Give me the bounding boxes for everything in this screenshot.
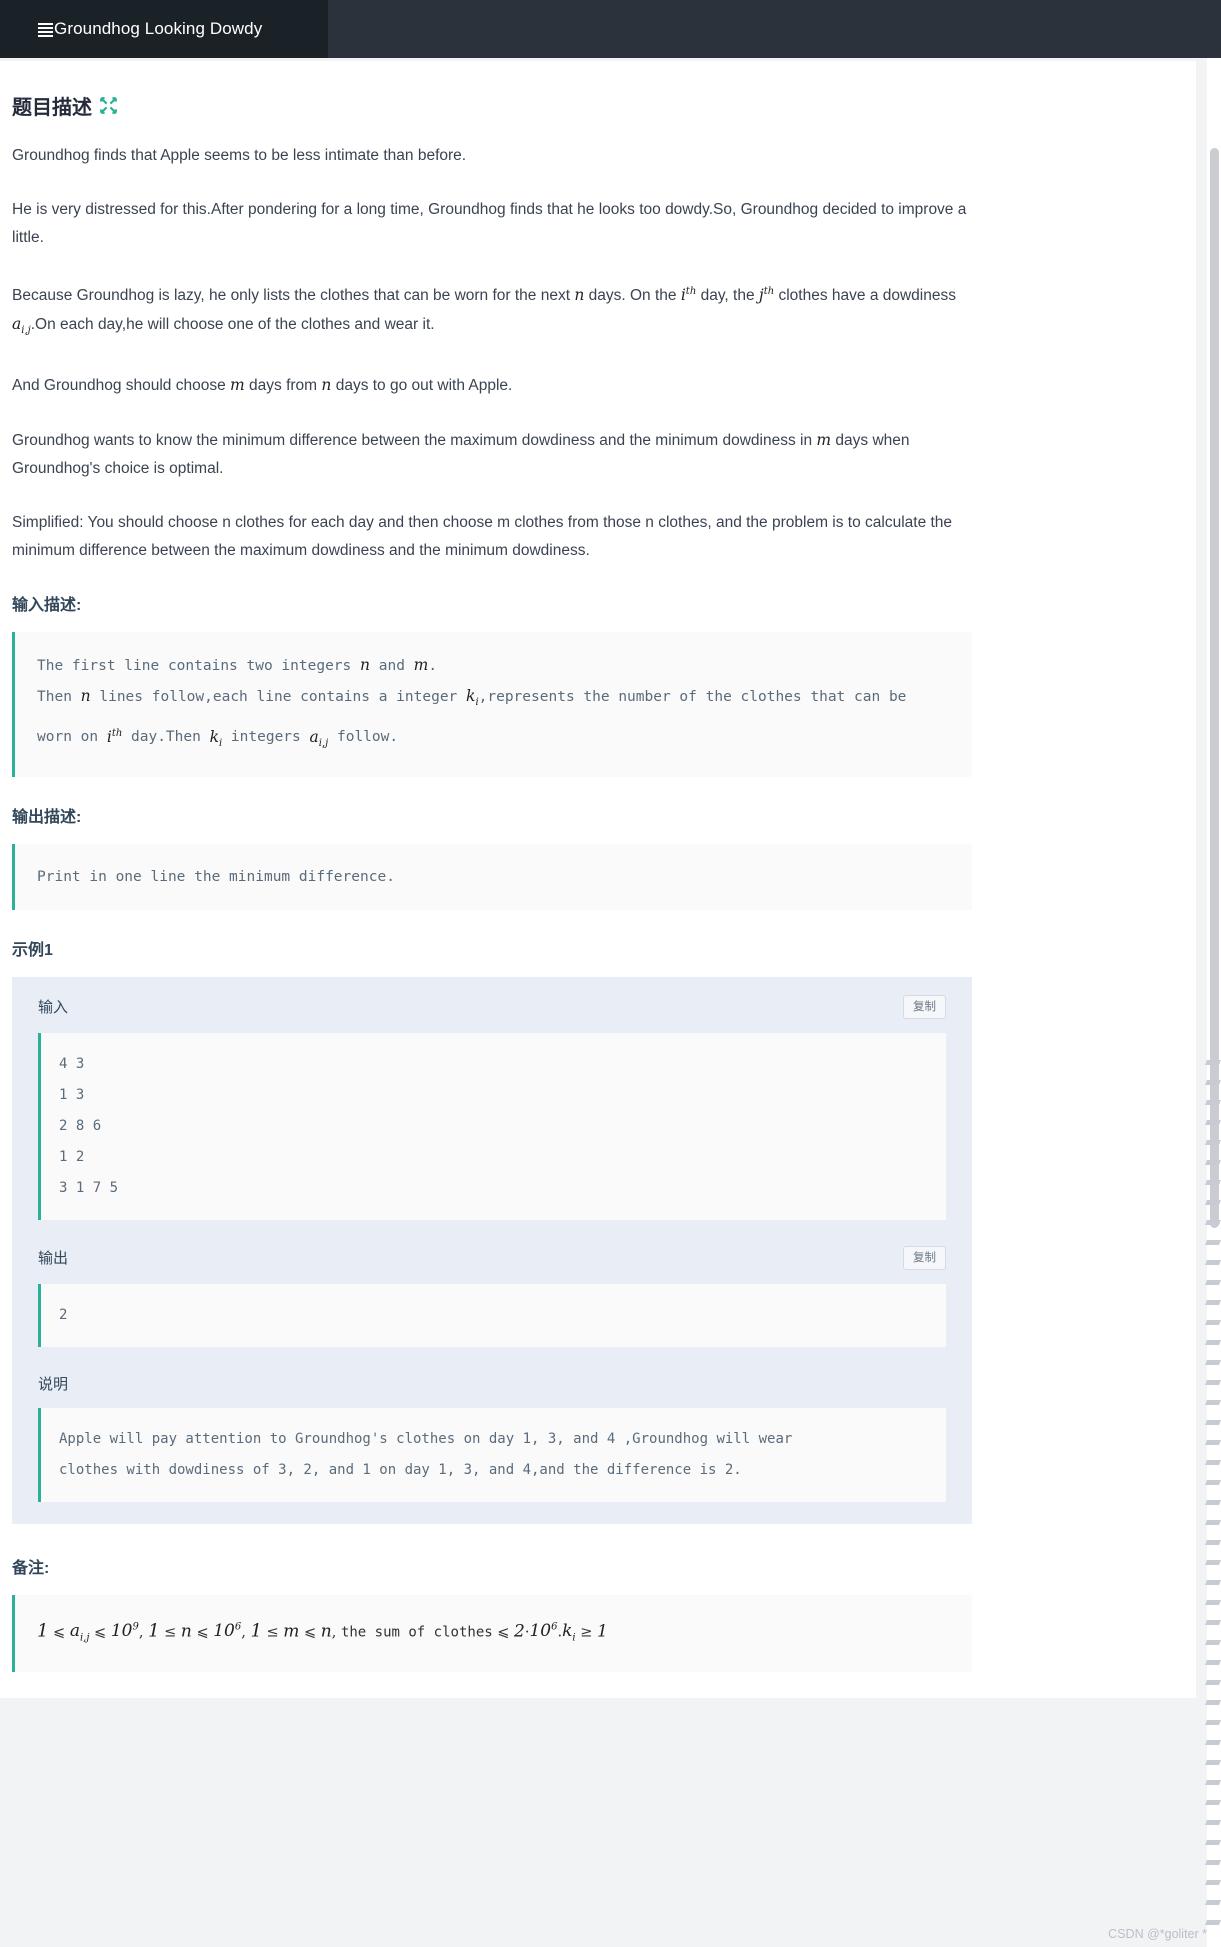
remark-block: 1 ⩽ ai,j ⩽ 109, 1 ≤ n ⩽ 106, 1 ≤ m ⩽ n, …	[12, 1594, 972, 1672]
copy-input-button[interactable]: 复制	[903, 994, 946, 1019]
example-output-value: 2	[38, 1283, 946, 1347]
input-description-block: The first line contains two integers n a…	[12, 632, 972, 777]
math-n2: n	[321, 376, 332, 395]
example-input-label: 输入	[38, 999, 69, 1017]
math-n: n	[574, 286, 585, 305]
example-output-label: 输出	[38, 1250, 69, 1268]
example-heading: 示例1	[12, 941, 53, 959]
example-input-header: 输入 复制	[12, 977, 972, 1033]
page-title: Groundhog Looking Dowdy	[54, 19, 263, 38]
copy-output-button[interactable]: 复制	[903, 1245, 946, 1270]
example-input-value: 4 3 1 3 2 8 6 1 2 3 1 7 5	[38, 1032, 946, 1220]
watermark: CSDN @*goliter *	[1108, 1927, 1207, 1941]
example-note-value: Apple will pay attention to Groundhog's …	[38, 1407, 946, 1502]
paragraph-lazy: Because Groundhog is lazy, he only lists…	[12, 286, 956, 337]
page-scroll-area: 题目描述 Groundhog finds that Apple seems to…	[0, 58, 1221, 1947]
math-aij: ai,j	[12, 315, 31, 337]
input-description-heading: 输入描述:	[12, 597, 82, 615]
list-menu-icon[interactable]	[38, 22, 53, 37]
problem-card: 题目描述 Groundhog finds that Apple seems to…	[0, 61, 1196, 1698]
remark-heading: 备注:	[12, 1559, 50, 1577]
top-bar-brand[interactable]: Groundhog Looking Dowdy	[0, 0, 328, 58]
scroll-decoration-marks	[1203, 1060, 1221, 1940]
output-description-block: Print in one line the minimum difference…	[12, 843, 972, 910]
problem-content: 题目描述 Groundhog finds that Apple seems to…	[12, 91, 972, 1672]
example-output-header: 输出 复制	[12, 1220, 972, 1284]
description-heading-label: 题目描述	[12, 97, 92, 119]
paragraph-intro: Groundhog finds that Apple seems to be l…	[12, 147, 467, 164]
paragraph-simplified: Simplified: You should choose n clothes …	[12, 514, 953, 560]
math-jth: jth	[758, 286, 775, 305]
example-note-label: 说明	[38, 1375, 69, 1393]
example-note-header: 说明	[12, 1347, 972, 1408]
expand-arrows-icon[interactable]	[100, 97, 117, 114]
paragraph-choose-days: And Groundhog should choose m days from …	[12, 376, 513, 395]
math-ith: ith	[680, 286, 697, 305]
paragraph-distressed: He is very distressed for this.After pon…	[12, 201, 967, 246]
example-panel: 输入 复制 4 3 1 3 2 8 6 1 2 3 1 7 5 输出 复制 2 …	[12, 976, 972, 1524]
math-m2: m	[816, 431, 832, 450]
top-bar: Groundhog Looking Dowdy	[0, 0, 1221, 58]
output-description-heading: 输出描述:	[12, 808, 82, 826]
paragraph-goal: Groundhog wants to know the minimum diff…	[12, 431, 910, 478]
math-m: m	[230, 376, 245, 395]
description-heading: 题目描述	[12, 91, 972, 120]
